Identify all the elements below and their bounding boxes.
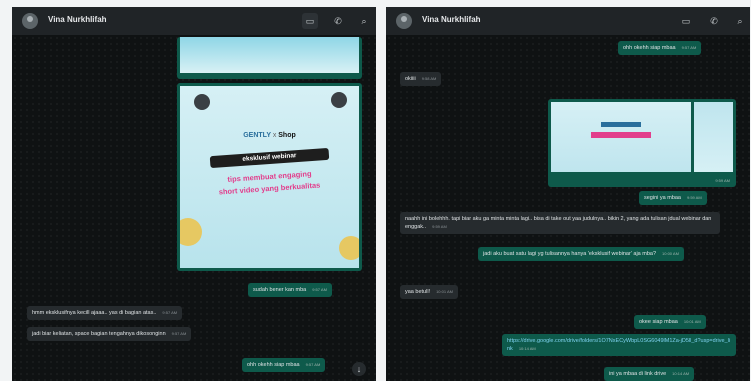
- message-time: 10:00 AM: [662, 251, 679, 256]
- chat-window-right: Vina Nurkhlifah ▭ ✆ ⌕ ohh okehh siap mba…: [386, 7, 750, 381]
- image-content: [591, 132, 651, 138]
- message-time: 9:57 AM: [312, 287, 327, 292]
- shared-image-wide[interactable]: [551, 102, 691, 172]
- chat-header: Vina Nurkhlifah ▭ ✆ ⌕: [12, 7, 376, 35]
- brand-row: GENTLY x Shop: [180, 132, 359, 139]
- message-text: jadi aku buat satu lagi yg tulisannya ha…: [483, 251, 657, 257]
- chat-window-left: Vina Nurkhlifah ▭ ✆ ⌕ GENTLY x Shop eksk…: [12, 7, 376, 381]
- drive-link[interactable]: https://drive.google.com/drive/folders/1…: [507, 338, 730, 352]
- decorative-ball-icon: [331, 92, 347, 108]
- message-bubble-in[interactable]: jadi biar keliatan, space bagian tengahn…: [27, 327, 192, 341]
- decorative-coin-icon: [180, 218, 202, 246]
- video-call-icon[interactable]: ▭: [302, 13, 318, 29]
- voice-call-icon[interactable]: ✆: [330, 13, 346, 29]
- gently-logo: GENTLY: [243, 132, 271, 139]
- image-message[interactable]: GENTLY x Shop eksklusif webinar tips mem…: [177, 83, 362, 271]
- message-time: 10:14 AM: [672, 371, 690, 376]
- message-bubble-out[interactable]: okee siap mbaa 10:01 AM: [634, 315, 706, 329]
- message-text: okee siap mbaa: [639, 319, 678, 325]
- shop-logo: Shop: [278, 132, 296, 139]
- message-text: sudah bener kan mba: [253, 287, 307, 293]
- decorative-coin-icon: [339, 236, 359, 260]
- image-message[interactable]: 9:59 AM: [548, 99, 736, 187]
- message-bubble-out[interactable]: ini ya mbaa di link drive 10:14 AM: [604, 367, 695, 381]
- chat-header: Vina Nurkhlifah ▭ ✆ ⌕: [386, 7, 750, 35]
- message-text: okiiii: [405, 76, 416, 82]
- message-bubble-in[interactable]: okiiii 9:58 AM: [400, 72, 442, 86]
- message-time: 10:01 AM: [683, 319, 701, 324]
- scroll-down-button[interactable]: ↓: [352, 362, 366, 376]
- message-bubble-in[interactable]: yaa betull! 10:01 AM: [400, 285, 458, 299]
- message-time: 9:59 AM: [715, 178, 730, 183]
- message-bubble-out[interactable]: jadi aku buat satu lagi yg tulisannya ha…: [478, 247, 684, 261]
- message-time: 9:59 AM: [687, 195, 702, 200]
- search-icon[interactable]: ⌕: [732, 13, 748, 29]
- message-text: yaa betull!: [405, 289, 431, 295]
- decorative-ball-icon: [194, 94, 210, 110]
- message-bubble-out[interactable]: segini ya mbaa 9:59 AM: [639, 191, 707, 205]
- message-bubble-out[interactable]: sudah bener kan mba 9:57 AM: [248, 283, 332, 297]
- message-time: 9:57 AM: [171, 331, 187, 336]
- image-content: [601, 122, 641, 127]
- message-bubble-out[interactable]: https://drive.google.com/drive/folders/1…: [502, 334, 736, 356]
- message-time: 9:59 AM: [432, 224, 447, 229]
- brand-separator: x: [272, 132, 277, 139]
- message-bubble-in[interactable]: naahh ini bolehhh. tapi biar aku ga mint…: [400, 212, 720, 234]
- search-icon[interactable]: ⌕: [356, 13, 372, 29]
- contact-name[interactable]: Vina Nurkhlifah: [48, 15, 107, 24]
- message-text: segini ya mbaa: [644, 195, 681, 201]
- message-time: 9:57 AM: [681, 45, 697, 50]
- message-bubble-out[interactable]: ohh okehh siap mbaa 9:57 AM: [618, 41, 702, 55]
- message-time: 10:01 AM: [436, 289, 453, 294]
- message-bubble-in[interactable]: hmm eksklusifnya kecill ajaaa.. yas di b…: [27, 306, 183, 320]
- image-message[interactable]: [177, 37, 362, 79]
- message-list[interactable]: ohh okehh siap mbaa 9:57 AM okiiii 9:58 AM…: [386, 35, 750, 381]
- message-bubble-out[interactable]: ohh okehh siap mbaa 9:57 AM: [242, 358, 326, 372]
- avatar-icon[interactable]: [396, 13, 412, 29]
- message-text: naahh ini bolehhh. tapi biar aku ga mint…: [405, 216, 712, 230]
- poster-title-badge: eksklusif webinar: [209, 147, 330, 169]
- message-text: jadi biar keliatan, space bagian tengahn…: [32, 331, 166, 337]
- contact-name[interactable]: Vina Nurkhlifah: [422, 15, 481, 24]
- video-call-icon[interactable]: ▭: [678, 13, 694, 29]
- voice-call-icon[interactable]: ✆: [706, 13, 722, 29]
- message-time: 9:57 AM: [162, 310, 178, 315]
- message-text: ini ya mbaa di link drive: [609, 371, 667, 377]
- message-time: 9:57 AM: [305, 362, 321, 367]
- message-list[interactable]: GENTLY x Shop eksklusif webinar tips mem…: [12, 35, 376, 381]
- message-text: ohh okehh siap mbaa: [247, 362, 300, 368]
- message-text: hmm eksklusifnya kecill ajaaa.. yas di b…: [32, 310, 157, 316]
- message-time: 10:14 AM: [518, 346, 536, 351]
- message-time: 9:58 AM: [421, 76, 437, 81]
- message-text: ohh okehh siap mbaa: [623, 45, 676, 51]
- shared-image-tall[interactable]: [694, 102, 733, 172]
- avatar-icon[interactable]: [22, 13, 38, 29]
- shared-image[interactable]: [180, 37, 359, 73]
- webinar-poster-image[interactable]: GENTLY x Shop eksklusif webinar tips mem…: [180, 86, 359, 268]
